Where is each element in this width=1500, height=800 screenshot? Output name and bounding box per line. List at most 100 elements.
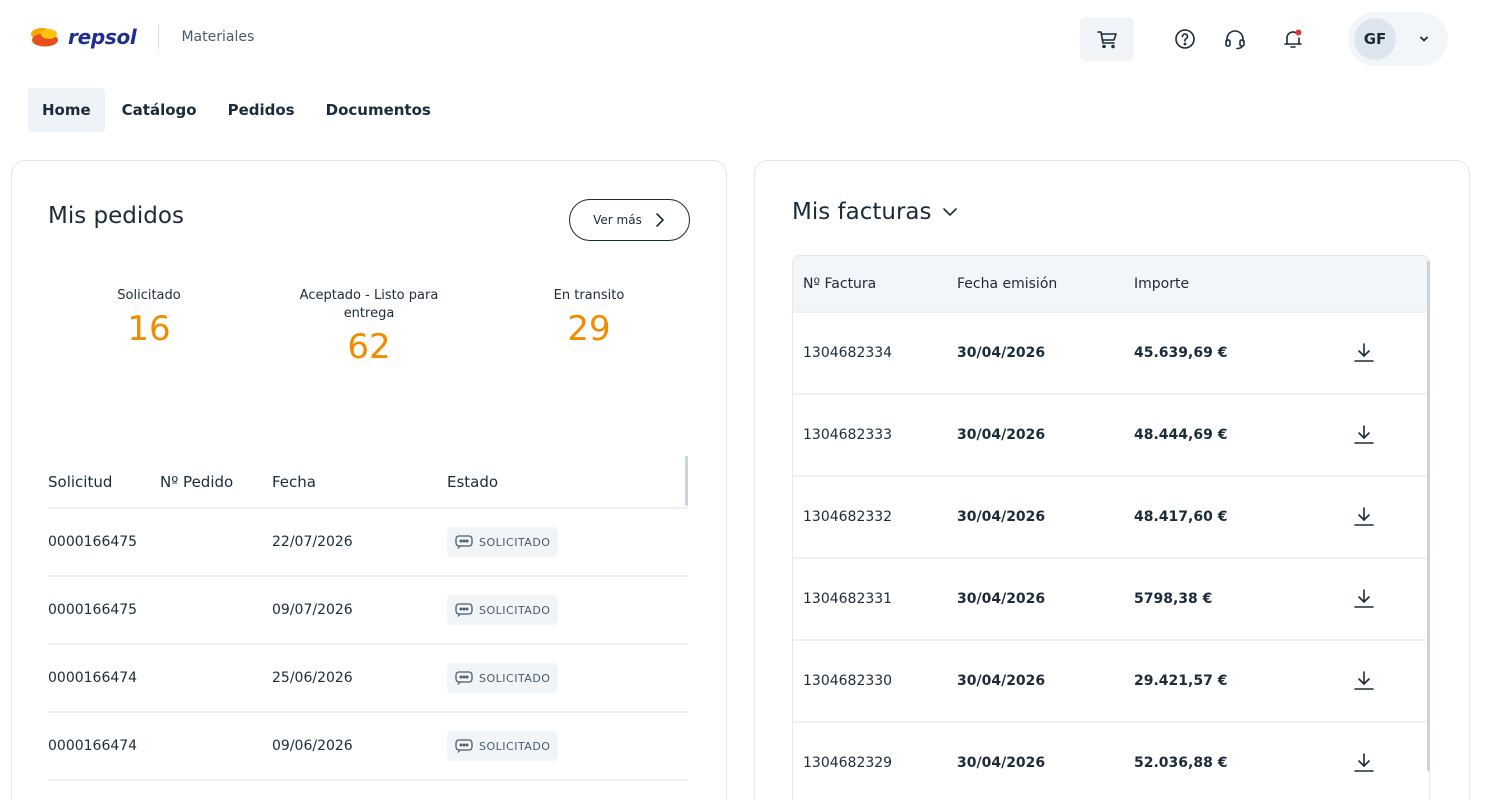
table-row[interactable]: 0000166474 09/06/2026 SOLICITADO xyxy=(48,713,688,781)
cell-importe: 45.639,69 € xyxy=(1134,345,1228,361)
cell-fecha: 30/04/2026 xyxy=(957,673,1046,689)
status-badge: SOLICITADO xyxy=(447,731,559,761)
cell-importe: 48.444,69 € xyxy=(1134,427,1228,443)
help-button[interactable] xyxy=(1173,27,1197,51)
table-row: 1304682334 30/04/2026 45.639,69 € xyxy=(793,311,1429,393)
download-icon xyxy=(1354,425,1374,444)
orders-card: Mis pedidos Ver más Solicitado 16 Acepta… xyxy=(11,160,727,800)
invoices-title: Mis facturas xyxy=(792,199,932,225)
stat-aceptado[interactable]: Aceptado - Listo para entrega 62 xyxy=(284,287,454,367)
cell-solicitud: 0000166474 xyxy=(48,738,138,754)
download-icon xyxy=(1354,671,1374,690)
cell-fecha: 30/04/2026 xyxy=(957,591,1046,607)
message-icon xyxy=(455,671,473,685)
cell-fecha: 30/04/2026 xyxy=(957,509,1046,525)
bell-icon xyxy=(1284,29,1302,48)
table-header: Solicitud Nº Pedido Fecha Estado xyxy=(48,457,688,509)
status-badge: SOLICITADO xyxy=(447,595,559,625)
cell-fecha: 22/07/2026 xyxy=(272,534,353,550)
stat-value: 29 xyxy=(567,309,611,349)
download-button[interactable] xyxy=(1334,423,1394,447)
logo-text: repsol xyxy=(68,25,137,49)
stat-value: 62 xyxy=(347,327,391,367)
nav-home[interactable]: Home xyxy=(28,88,105,132)
headset-icon xyxy=(1225,30,1245,50)
cell-factura: 1304682332 xyxy=(803,509,893,525)
status-text: SOLICITADO xyxy=(479,671,551,685)
table-header: Nº Factura Fecha emisión Importe xyxy=(793,256,1429,311)
cell-fecha: 25/06/2026 xyxy=(272,670,353,686)
invoices-title-dropdown[interactable]: Mis facturas xyxy=(792,199,958,225)
orders-scrollbar[interactable] xyxy=(685,456,688,506)
cell-importe: 48.417,60 € xyxy=(1134,509,1228,525)
cart-icon xyxy=(1097,31,1117,49)
table-row: 1304682330 30/04/2026 29.421,57 € xyxy=(793,639,1429,721)
nav-documentos[interactable]: Documentos xyxy=(312,88,445,132)
col-solicitud[interactable]: Solicitud xyxy=(48,473,160,491)
message-icon xyxy=(455,535,473,549)
download-button[interactable] xyxy=(1334,751,1394,775)
invoices-card: Mis facturas Nº Factura Fecha emisión Im… xyxy=(754,160,1470,800)
cell-importe: 5798,38 € xyxy=(1134,591,1213,607)
cell-factura: 1304682334 xyxy=(803,345,893,361)
nav-catalogo[interactable]: Catálogo xyxy=(108,88,211,132)
table-row: 1304682331 30/04/2026 5798,38 € xyxy=(793,557,1429,639)
download-icon xyxy=(1354,753,1374,772)
status-text: SOLICITADO xyxy=(479,739,551,753)
cell-solicitud: 0000166475 xyxy=(48,602,138,618)
col-fecha-emision[interactable]: Fecha emisión xyxy=(957,276,1134,292)
nav-pedidos[interactable]: Pedidos xyxy=(214,88,309,132)
cell-estado: SOLICITADO xyxy=(447,731,688,761)
chevron-right-icon xyxy=(656,213,664,227)
cell-factura: 1304682330 xyxy=(803,673,893,689)
repsol-logo[interactable]: repsol Materiales xyxy=(28,22,254,52)
cell-estado: SOLICITADO xyxy=(447,663,688,693)
cell-fecha: 09/07/2026 xyxy=(272,602,353,618)
chevron-down-icon xyxy=(942,208,957,217)
col-pedido[interactable]: Nº Pedido xyxy=(160,473,272,491)
support-button[interactable] xyxy=(1223,27,1247,51)
status-text: SOLICITADO xyxy=(479,603,551,617)
stat-label: En transito xyxy=(553,288,625,303)
logo-divider xyxy=(158,25,160,49)
cart-button[interactable] xyxy=(1080,17,1134,61)
stat-en-transito[interactable]: En transito 29 xyxy=(514,287,664,349)
download-button[interactable] xyxy=(1334,341,1394,365)
ver-mas-label: Ver más xyxy=(593,213,642,227)
invoices-scrollbar[interactable] xyxy=(1427,261,1430,771)
download-icon xyxy=(1354,507,1374,526)
cell-estado: SOLICITADO xyxy=(447,595,688,625)
cell-fecha: 30/04/2026 xyxy=(957,345,1046,361)
table-row[interactable]: 0000166474 25/06/2026 SOLICITADO xyxy=(48,645,688,713)
download-button[interactable] xyxy=(1334,669,1394,693)
col-importe[interactable]: Importe xyxy=(1134,276,1334,292)
col-factura[interactable]: Nº Factura xyxy=(803,276,957,292)
user-menu[interactable]: GF xyxy=(1348,12,1448,66)
ver-mas-button[interactable]: Ver más xyxy=(569,199,690,241)
orders-title: Mis pedidos xyxy=(48,203,184,229)
status-badge: SOLICITADO xyxy=(447,663,559,693)
notifications-button[interactable] xyxy=(1281,27,1305,51)
orders-table: Solicitud Nº Pedido Fecha Estado 0000166… xyxy=(48,457,688,781)
col-fecha[interactable]: Fecha xyxy=(272,473,447,491)
cell-solicitud: 0000166475 xyxy=(48,534,138,550)
col-estado[interactable]: Estado xyxy=(447,473,688,491)
table-row[interactable]: 0000166475 09/07/2026 SOLICITADO xyxy=(48,577,688,645)
table-row[interactable]: 0000166475 22/07/2026 SOLICITADO xyxy=(48,509,688,577)
chevron-down-icon xyxy=(1420,36,1428,42)
status-badge: SOLICITADO xyxy=(447,527,559,557)
cell-fecha: 30/04/2026 xyxy=(957,427,1046,443)
cell-factura: 1304682329 xyxy=(803,755,893,771)
top-header: repsol Materiales GF xyxy=(0,0,1500,80)
main-nav: Home Catálogo Pedidos Documentos xyxy=(28,88,445,132)
header-actions xyxy=(1080,16,1305,62)
app-name: Materiales xyxy=(181,29,255,45)
table-row: 1304682332 30/04/2026 48.417,60 € xyxy=(793,475,1429,557)
status-text: SOLICITADO xyxy=(479,535,551,549)
cell-importe: 29.421,57 € xyxy=(1134,673,1228,689)
stat-label: Aceptado - Listo para entrega xyxy=(299,288,439,321)
invoices-table: Nº Factura Fecha emisión Importe 1304682… xyxy=(792,255,1430,800)
download-button[interactable] xyxy=(1334,505,1394,529)
stat-solicitado[interactable]: Solicitado 16 xyxy=(74,287,224,349)
download-button[interactable] xyxy=(1334,587,1394,611)
